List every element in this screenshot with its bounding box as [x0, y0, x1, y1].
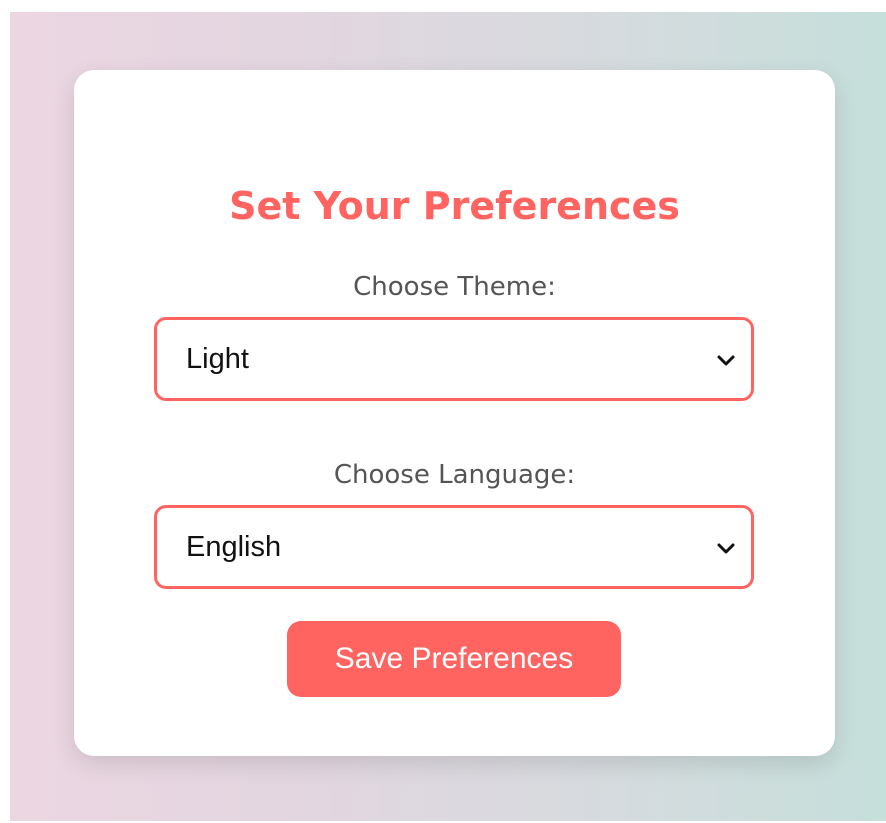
chevron-down-icon: [717, 355, 735, 366]
preferences-card: Set Your Preferences Choose Theme: Light…: [74, 70, 835, 756]
theme-select-value: Light: [186, 343, 249, 375]
language-select-value: English: [186, 531, 282, 563]
language-select[interactable]: English: [154, 505, 754, 589]
save-preferences-button[interactable]: Save Preferences: [287, 621, 621, 697]
theme-label: Choose Theme:: [353, 272, 556, 302]
theme-select[interactable]: Light: [154, 317, 754, 401]
chevron-down-icon: [717, 543, 735, 554]
language-label: Choose Language:: [333, 460, 576, 490]
page-title: Set Your Preferences: [229, 184, 680, 228]
page-background: Set Your Preferences Choose Theme: Light…: [10, 12, 886, 821]
